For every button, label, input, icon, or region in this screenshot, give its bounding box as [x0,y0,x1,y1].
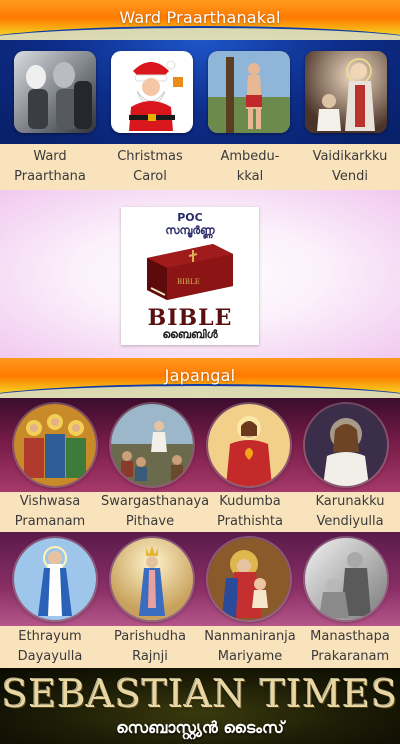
svg-text:BIBLE: BIBLE [177,278,200,286]
brand-title-ml: സെബാസ്റ്റ്യൻ ടൈംസ് [116,718,284,737]
saint-sebastian-painting-icon [207,51,290,133]
japangal-row1-labels: Vishwasa Pramanam Swargasthanaya Pithave K… [0,492,400,532]
ward-section-title: Ward Praarthanakal [119,8,281,27]
ethrayum-dayayulla-tile[interactable] [13,538,96,620]
vishwasa-pramanam-tile[interactable] [13,404,96,486]
bible-book-icon: BIBLE [147,244,233,300]
parishudha-rajnji-label[interactable]: Parishudha Rajnji [101,627,199,667]
ward-praarthana-label[interactable]: Ward Praarthana [1,147,99,187]
japangal-section-title: Japangal [164,366,236,385]
japangal-row2-strip [0,532,400,626]
japangal-section-banner: Japangal [0,358,400,398]
mary-immaculate-painting-icon [13,538,96,620]
bible-title-ml: ബൈബിൾ [162,328,218,341]
manasthapa-prakaranam-tile[interactable] [304,538,387,620]
mary-with-child-painting-icon [207,538,290,620]
priest-painting-icon [304,51,387,133]
swargasthanaya-pithave-tile[interactable] [110,404,193,486]
parishudha-rajnji-tile[interactable] [110,538,193,620]
japangal-row1-strip [0,398,400,492]
christmas-carol-tile[interactable] [110,51,193,133]
kudumba-prathishta-label[interactable]: Kudumba Prathishta [201,492,299,532]
japangal-row2-labels: Ethrayum Dayayulla Parishudha Rajnji Nanma… [0,626,400,668]
praying-people-photo-icon [13,51,96,133]
apostles-painting-icon [13,404,96,486]
nanmaniranja-mariyame-label[interactable]: Nanmaniranja Mariyame [201,627,299,667]
ethrayum-dayayulla-label[interactable]: Ethrayum Dayayulla [1,627,99,667]
prodigal-son-painting-icon [304,538,387,620]
sebastian-times-banner[interactable]: SEBASTIAN TIMES സെബാസ്റ്റ്യൻ ടൈംസ് [0,668,400,744]
vaidikarkku-vendi-tile[interactable] [304,51,387,133]
queen-mary-painting-icon [110,538,193,620]
ambedukkal-tile[interactable] [207,51,290,133]
nanmaniranja-mariyame-tile[interactable] [207,538,290,620]
divine-mercy-painting-icon [304,404,387,486]
vishwasa-pramanam-label[interactable]: Vishwasa Pramanam [1,492,99,532]
ward-labels-row: Ward Praarthana Christmas Carol Ambedu-kka… [0,144,400,190]
santa-claus-icon [110,51,193,133]
bible-publisher: POC [177,211,203,224]
bible-panel: POC സമ്പൂർണ്ണ BIBLE BIBLE ബൈബിൾ [0,190,400,358]
bible-app-card[interactable]: POC സമ്പൂർണ്ണ BIBLE BIBLE ബൈബിൾ [121,207,259,345]
brand-title: SEBASTIAN TIMES [1,672,399,716]
ward-praarthana-tile[interactable] [13,51,96,133]
karunakku-vendiyulla-tile[interactable] [304,404,387,486]
sermon-on-mount-painting-icon [110,404,193,486]
karunakku-vendiyulla-label[interactable]: Karunakku Vendiyulla [301,492,399,532]
ward-section-banner: Ward Praarthanakal [0,0,400,40]
kudumba-prathishta-tile[interactable] [207,404,290,486]
ward-image-strip [0,40,400,144]
manasthapa-prakaranam-label[interactable]: Manasthapa Prakaranam [301,627,399,667]
vaidikarkku-vendi-label[interactable]: Vaidikarkku Vendi [301,147,399,187]
sacred-heart-painting-icon [207,404,290,486]
bible-subtitle-ml: സമ്പൂർണ്ണ [165,224,215,237]
christmas-carol-label[interactable]: Christmas Carol [101,147,199,187]
ambedukkal-label[interactable]: Ambedu-kkal [201,147,299,187]
swargasthanaya-pithave-label[interactable]: Swargasthanaya Pithave [101,492,209,532]
